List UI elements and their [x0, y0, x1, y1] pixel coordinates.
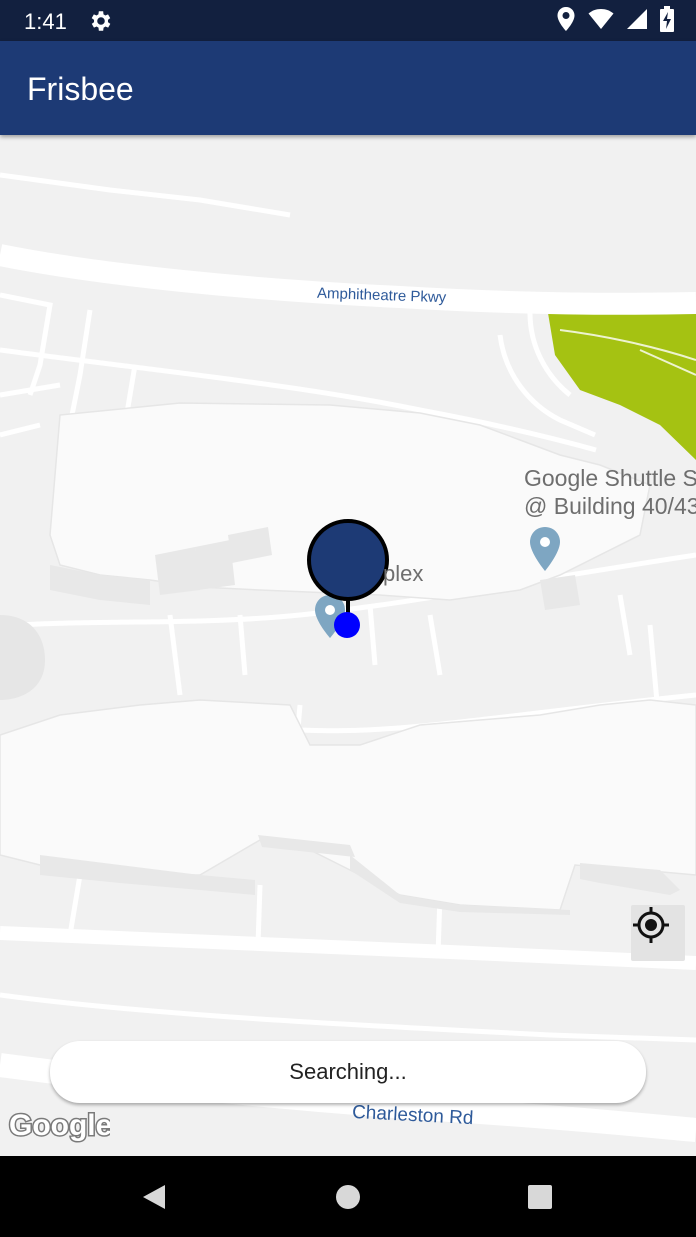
search-status-pill[interactable]: Searching...: [50, 1041, 646, 1103]
gear-icon: [88, 8, 114, 34]
user-location-dot: [334, 612, 360, 638]
recents-icon: [528, 1185, 552, 1209]
signal-icon: [626, 8, 648, 35]
map-view[interactable]: Amphitheatre Pkwy Google Shuttle St @ Bu…: [0, 135, 696, 1156]
poi-label-line1: Google Shuttle St: [524, 465, 696, 491]
recents-button[interactable]: [523, 1180, 557, 1214]
battery-charging-icon: [660, 5, 674, 37]
wifi-icon: [588, 8, 614, 35]
search-status-text: Searching...: [289, 1059, 407, 1084]
status-time: 1:41: [24, 9, 67, 34]
poi-label-shuttle[interactable]: Google Shuttle St @ Building 40/43: [524, 464, 696, 520]
app-bar: Frisbee: [0, 41, 696, 135]
crosshair-icon: [633, 907, 669, 943]
home-button[interactable]: [331, 1180, 365, 1214]
svg-text:Google: Google: [9, 1109, 110, 1142]
poi-label-line2: @ Building 40/43: [524, 493, 696, 519]
home-icon: [336, 1185, 360, 1209]
place-label: plex: [383, 561, 424, 586]
status-bar: 1:41: [0, 0, 696, 41]
app-title: Frisbee: [27, 71, 134, 107]
back-button[interactable]: [137, 1180, 171, 1214]
my-location-button[interactable]: [631, 905, 685, 961]
navigation-bar: [0, 1156, 696, 1237]
back-icon: [143, 1185, 165, 1209]
location-icon: [556, 6, 576, 37]
